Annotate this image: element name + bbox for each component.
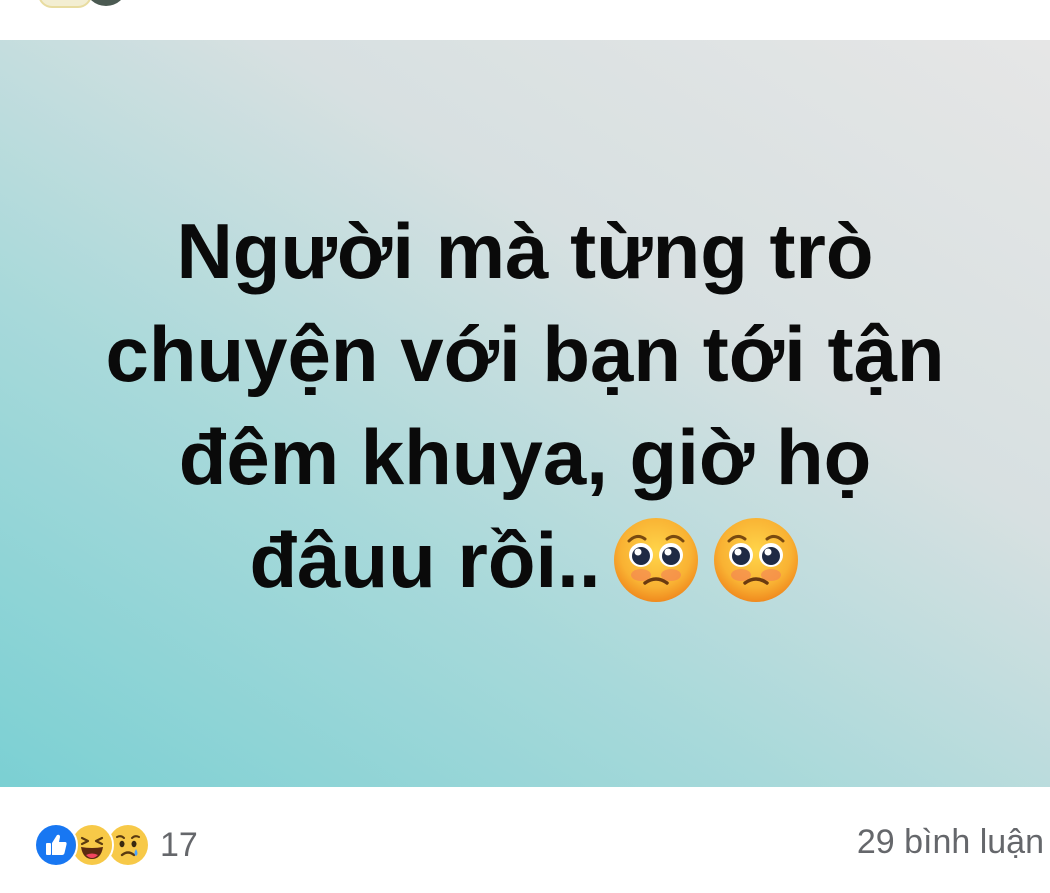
- post-header-cutoff: [0, 0, 1050, 40]
- avatar[interactable]: [86, 0, 126, 6]
- comment-count-link[interactable]: 29 bình luận: [857, 823, 1044, 862]
- pleading-face-emoji: [711, 515, 801, 605]
- post-content: Người mà từng trò chuyện với bạn tới tận…: [75, 200, 975, 612]
- like-icon: [34, 823, 78, 867]
- post-footer: 17 29 bình luận: [0, 787, 1050, 893]
- pleading-face-emoji: [611, 515, 701, 605]
- post-background[interactable]: Người mà từng trò chuyện với bạn tới tận…: [0, 40, 1050, 787]
- badge-icon: [38, 0, 92, 8]
- reaction-count: 17: [160, 825, 198, 864]
- post-text: Người mà từng trò chuyện với bạn tới tận…: [105, 206, 945, 604]
- reaction-summary[interactable]: 17: [34, 823, 198, 867]
